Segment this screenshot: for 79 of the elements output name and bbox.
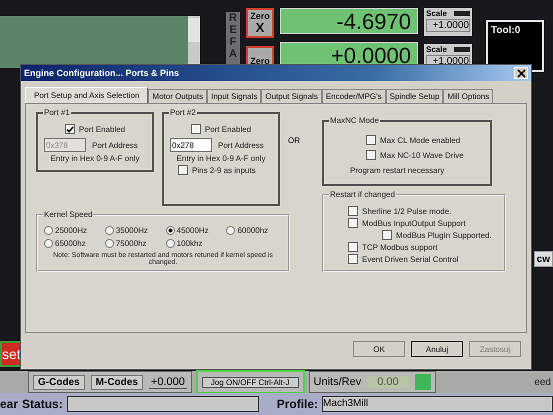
radio-label: 100khz bbox=[176, 239, 202, 248]
radio-label: 25000Hz bbox=[55, 226, 88, 235]
group-title: Port #1 bbox=[43, 108, 71, 117]
radio-button[interactable] bbox=[166, 226, 175, 235]
scale-label: Scale bbox=[426, 9, 447, 18]
checkbox[interactable] bbox=[366, 135, 376, 145]
radio-label: 65000hz bbox=[55, 239, 86, 248]
radio-button[interactable] bbox=[104, 239, 114, 248]
zero-axis-button[interactable]: Zero X bbox=[246, 8, 274, 38]
checkbox-label: Pins 2-9 as inputs bbox=[192, 166, 256, 174]
dialog-button[interactable]: Anuluj bbox=[411, 341, 463, 357]
scale-indicator bbox=[454, 47, 470, 52]
scale-label: Scale bbox=[426, 45, 447, 54]
offset-value: +0.000 bbox=[148, 376, 187, 388]
close-icon bbox=[516, 68, 526, 78]
group-title: MaxNC Mode bbox=[329, 116, 380, 125]
checkbox-label: TCP Modbus support bbox=[362, 242, 438, 252]
units-per-rev-value: 0.00 bbox=[367, 376, 409, 388]
checkbox-label: ModBus InputOutput Support bbox=[362, 218, 466, 228]
spindle-direction-button[interactable]: cw bbox=[534, 251, 553, 267]
hint-text: Entry in Hex 0-9 A-F only bbox=[50, 154, 140, 163]
address-label: Port Address bbox=[218, 140, 264, 150]
checkbox[interactable] bbox=[348, 242, 358, 252]
axis-readout: -4.6970 bbox=[280, 8, 418, 34]
radio-label: 35000Hz bbox=[116, 226, 148, 235]
tab[interactable]: Input Signals bbox=[207, 89, 262, 103]
group-title: Restart if changed bbox=[329, 190, 396, 199]
tab[interactable]: Spindle Setup bbox=[386, 89, 444, 103]
jog-toggle-button[interactable]: Jog ON/OFF Ctrl-Alt-J bbox=[202, 376, 299, 388]
checkbox-label: ModBus PlugIn Supported. bbox=[396, 230, 492, 240]
tab[interactable]: Output Signals bbox=[261, 89, 322, 103]
checkbox-label: Max NC-10 Wave Drive bbox=[380, 150, 464, 160]
radio-button[interactable] bbox=[104, 226, 114, 235]
scrollbar[interactable] bbox=[188, 18, 200, 42]
checkbox-label: Port Enabled bbox=[78, 124, 126, 134]
note-text: Program restart necessary bbox=[350, 166, 446, 175]
radio-label: 45000Hz bbox=[176, 226, 209, 235]
gcodes-button[interactable]: G-Codes bbox=[33, 374, 85, 390]
radio-button[interactable] bbox=[44, 239, 53, 248]
checkbox[interactable] bbox=[178, 165, 188, 175]
checkbox[interactable] bbox=[64, 124, 75, 134]
tab[interactable]: Motor Outputs bbox=[148, 89, 208, 103]
or-label: OR bbox=[288, 136, 300, 147]
dialog-button[interactable]: OK bbox=[353, 341, 405, 357]
address-field[interactable]: 0x278 bbox=[170, 138, 212, 152]
speed-label: eed bbox=[534, 376, 552, 388]
hint-text: Entry in Hex 0-9 A-F only bbox=[176, 154, 266, 163]
checkbox-label: Event Driven Serial Control bbox=[362, 254, 458, 264]
window-title: Engine Configuration... Ports & Pins bbox=[24, 68, 180, 78]
address-label: Port Address bbox=[92, 140, 138, 150]
radio-label: 75000hz bbox=[116, 239, 147, 248]
scale-indicator bbox=[454, 11, 470, 16]
units-per-rev-label: Units/Rev bbox=[314, 376, 362, 388]
radio-label: 60000hz bbox=[237, 226, 268, 235]
tab[interactable]: Mill Options bbox=[443, 89, 494, 103]
checkbox[interactable] bbox=[190, 124, 201, 134]
tab[interactable]: Encoder/MPG's bbox=[322, 89, 386, 103]
checkbox-label: Port Enabled bbox=[204, 124, 252, 134]
tab[interactable]: Port Setup and Axis Selection bbox=[25, 87, 148, 103]
checkbox[interactable] bbox=[382, 230, 392, 240]
group-title: Kernel Speed bbox=[43, 210, 94, 219]
led-indicator bbox=[414, 374, 431, 390]
checkbox-label: Sherline 1/2 Pulse mode. bbox=[362, 206, 452, 216]
mcodes-button[interactable]: M-Codes bbox=[90, 374, 143, 390]
checkbox[interactable] bbox=[348, 206, 358, 216]
clear-label: ear bbox=[0, 397, 18, 411]
close-button[interactable] bbox=[514, 67, 528, 79]
radio-button[interactable] bbox=[226, 226, 236, 235]
radio-button[interactable] bbox=[44, 226, 53, 235]
group-title: Port #2 bbox=[169, 108, 197, 117]
scale-value: +1.0000 bbox=[426, 19, 470, 32]
profile-label: Profile: bbox=[276, 397, 318, 411]
checkbox[interactable] bbox=[348, 254, 358, 264]
checkbox-label: Max CL Mode enabled bbox=[380, 136, 460, 144]
checkbox[interactable] bbox=[348, 218, 358, 228]
profile-field: Mach3Mill bbox=[322, 396, 553, 412]
radio-button[interactable] bbox=[166, 239, 175, 248]
status-label: Status: bbox=[22, 397, 63, 411]
checkbox[interactable] bbox=[366, 150, 376, 160]
